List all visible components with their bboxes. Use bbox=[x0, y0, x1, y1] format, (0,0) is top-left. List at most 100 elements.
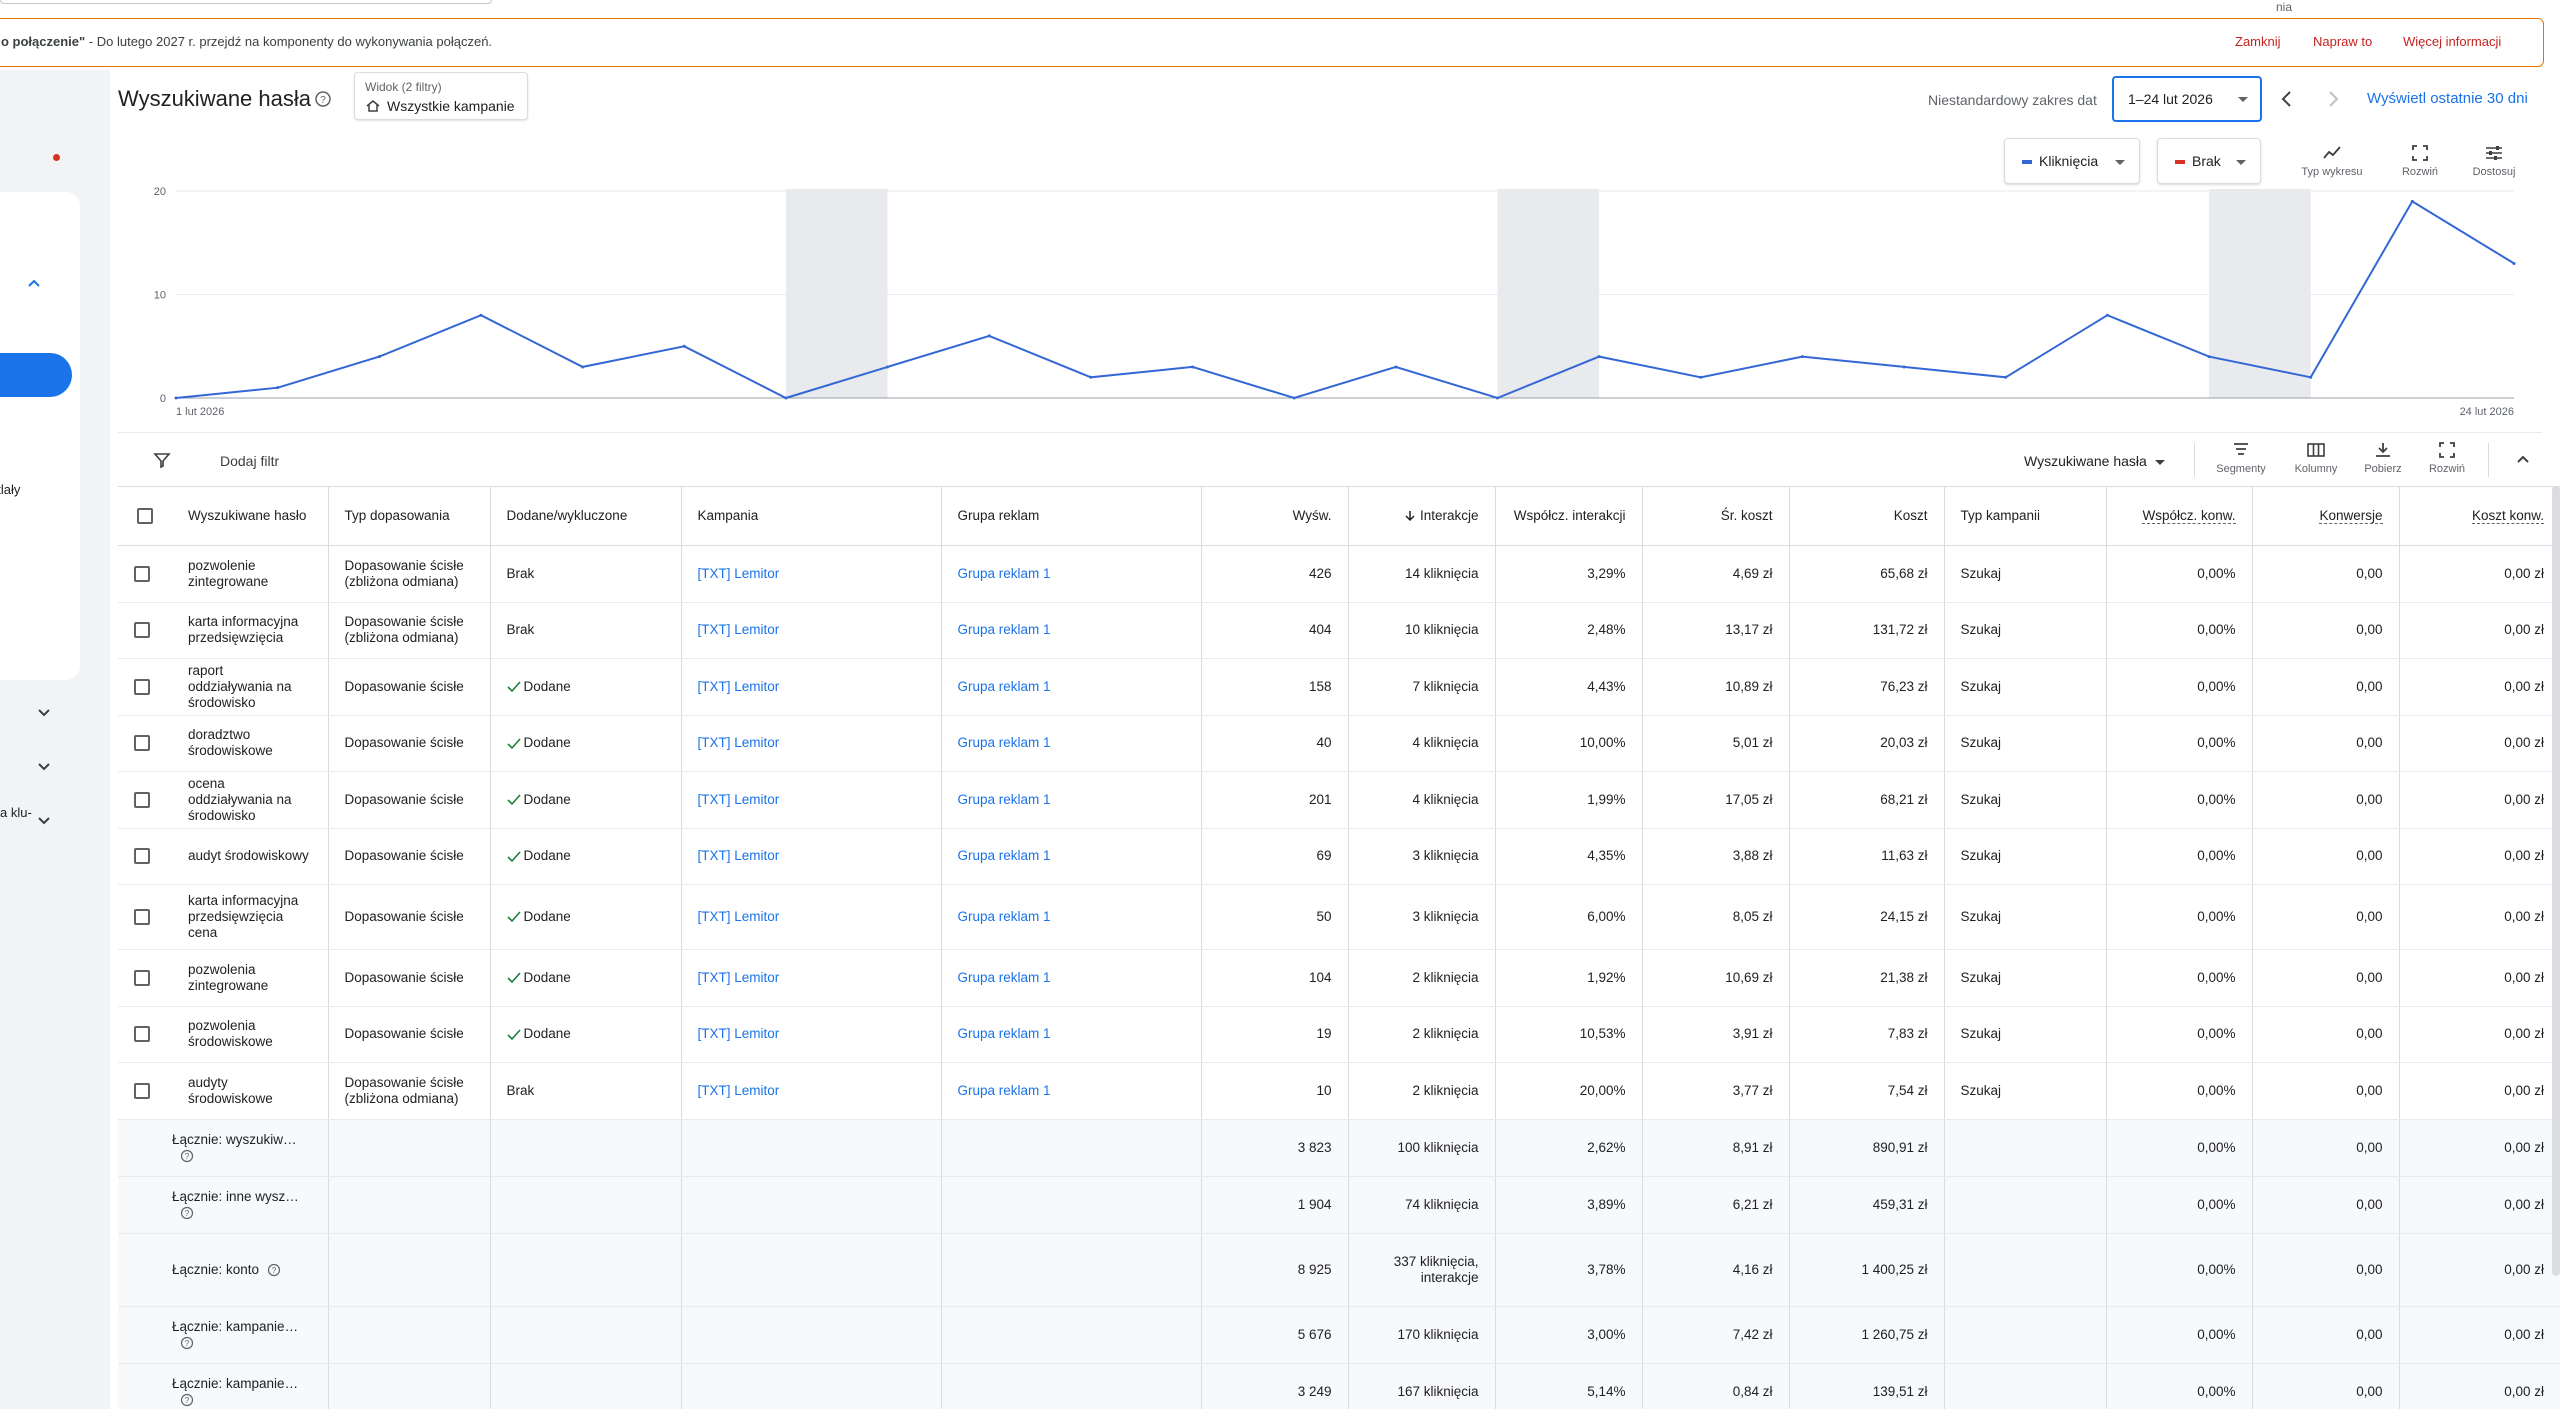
chevron-down-icon[interactable] bbox=[36, 704, 52, 720]
col-cost-per-conv[interactable]: Koszt konw. bbox=[2398, 486, 2560, 546]
row-checkbox[interactable] bbox=[134, 909, 150, 926]
help-icon[interactable]: ? bbox=[314, 90, 332, 108]
table-row[interactable]: pozwolenia środowiskowe Dopasowanie ścisł… bbox=[118, 1006, 2560, 1063]
cell-ad-group-text[interactable]: Grupa reklam 1 bbox=[958, 622, 1051, 637]
chevron-up-icon[interactable] bbox=[2514, 451, 2532, 469]
cell-ad-group-text[interactable]: Grupa reklam 1 bbox=[958, 679, 1051, 694]
table-row[interactable]: karta informacyjna przedsięwzięcia Dopaso… bbox=[118, 602, 2560, 659]
cell-ad-group-text[interactable]: Grupa reklam 1 bbox=[958, 1026, 1051, 1041]
help-icon[interactable]: ? bbox=[180, 1393, 194, 1407]
chevron-down-icon[interactable] bbox=[36, 758, 52, 774]
cell-ad-group[interactable]: Grupa reklam 1 bbox=[940, 949, 1201, 1007]
cell-campaign-text[interactable]: [TXT] Lemitor bbox=[698, 792, 780, 807]
table-row[interactable]: doradztwo środowiskowe Dopasowanie ścisłe… bbox=[118, 715, 2560, 772]
notice-fix-link[interactable]: Napraw to bbox=[2313, 34, 2372, 49]
notice-close-link[interactable]: Zamknij bbox=[2235, 34, 2281, 49]
select-all-checkbox[interactable] bbox=[137, 508, 153, 525]
cell-campaign[interactable]: [TXT] Lemitor bbox=[680, 884, 941, 950]
view-selector[interactable]: Widok (2 filtry) Wszystkie kampanie bbox=[354, 72, 528, 120]
chevron-down-icon[interactable] bbox=[36, 812, 52, 828]
search-bar[interactable] bbox=[0, 0, 492, 4]
help-icon[interactable]: ? bbox=[267, 1263, 281, 1277]
show-last-30-days-link[interactable]: Wyświetl ostatnie 30 dni bbox=[2367, 90, 2528, 107]
col-search-term[interactable]: Wyszukiwane hasło bbox=[172, 486, 328, 546]
nav-item-label[interactable]: etlały bbox=[0, 482, 20, 497]
table-row[interactable]: raport oddziaływania na środowisko Dopaso… bbox=[118, 658, 2560, 716]
row-checkbox[interactable] bbox=[134, 969, 150, 986]
table-row[interactable]: ocena oddziaływania na środowisko Dopasow… bbox=[118, 771, 2560, 829]
row-checkbox[interactable] bbox=[134, 735, 150, 752]
help-icon[interactable]: ? bbox=[180, 1336, 194, 1350]
col-cost[interactable]: Koszt bbox=[1788, 486, 1944, 546]
cell-campaign-text[interactable]: [TXT] Lemitor bbox=[698, 848, 780, 863]
cell-ad-group[interactable]: Grupa reklam 1 bbox=[940, 1062, 1201, 1120]
col-impressions[interactable]: Wyśw. bbox=[1200, 486, 1348, 546]
cell-ad-group[interactable]: Grupa reklam 1 bbox=[940, 545, 1201, 603]
table-row[interactable]: pozwolenia zintegrowane Dopasowanie ścisł… bbox=[118, 949, 2560, 1007]
vertical-scrollbar[interactable] bbox=[2552, 486, 2560, 1276]
cell-ad-group[interactable]: Grupa reklam 1 bbox=[940, 602, 1201, 659]
segments-button[interactable]: Segmenty bbox=[2206, 441, 2276, 475]
cell-campaign-text[interactable]: [TXT] Lemitor bbox=[698, 909, 780, 924]
cell-ad-group[interactable]: Grupa reklam 1 bbox=[940, 771, 1201, 829]
cell-campaign-text[interactable]: [TXT] Lemitor bbox=[698, 622, 780, 637]
download-button[interactable]: Pobierz bbox=[2348, 441, 2418, 475]
help-icon[interactable]: ? bbox=[180, 1149, 194, 1163]
date-range-picker[interactable]: 1–24 lut 2026 bbox=[2112, 76, 2262, 122]
cell-ad-group-text[interactable]: Grupa reklam 1 bbox=[958, 1083, 1051, 1098]
cell-campaign-text[interactable]: [TXT] Lemitor bbox=[698, 1026, 780, 1041]
cell-campaign[interactable]: [TXT] Lemitor bbox=[680, 602, 941, 659]
cell-campaign-text[interactable]: [TXT] Lemitor bbox=[698, 735, 780, 750]
row-checkbox[interactable] bbox=[134, 1082, 150, 1099]
table-row[interactable]: audyty środowiskowe Dopasowanie ścisłe (z… bbox=[118, 1062, 2560, 1120]
col-campaign-type[interactable]: Typ kampanii bbox=[1943, 486, 2106, 546]
nav-item-label[interactable]: a klu- bbox=[0, 805, 32, 820]
cell-ad-group[interactable]: Grupa reklam 1 bbox=[940, 715, 1201, 772]
help-icon[interactable]: ? bbox=[180, 1206, 194, 1220]
metric-selector-none[interactable]: Brak bbox=[2157, 138, 2261, 184]
chevron-left-icon[interactable] bbox=[2276, 88, 2298, 110]
cell-ad-group[interactable]: Grupa reklam 1 bbox=[940, 658, 1201, 716]
col-added-excluded[interactable]: Dodane/wykluczone bbox=[489, 486, 681, 546]
cell-campaign[interactable]: [TXT] Lemitor bbox=[680, 658, 941, 716]
cell-ad-group[interactable]: Grupa reklam 1 bbox=[940, 884, 1201, 950]
chart-customize-button[interactable]: Dostosuj bbox=[2454, 144, 2534, 178]
row-checkbox[interactable] bbox=[134, 1026, 150, 1043]
cell-campaign[interactable]: [TXT] Lemitor bbox=[680, 828, 941, 885]
cell-campaign[interactable]: [TXT] Lemitor bbox=[680, 949, 941, 1007]
notice-more-info-link[interactable]: Więcej informacji bbox=[2403, 34, 2501, 49]
row-checkbox[interactable] bbox=[134, 565, 150, 582]
chevron-right-icon[interactable] bbox=[2322, 88, 2344, 110]
cell-campaign-text[interactable]: [TXT] Lemitor bbox=[698, 566, 780, 581]
chart-type-button[interactable]: Typ wykresu bbox=[2292, 144, 2372, 178]
cell-ad-group[interactable]: Grupa reklam 1 bbox=[940, 1006, 1201, 1063]
chart-expand-button[interactable]: Rozwiń bbox=[2380, 144, 2460, 178]
columns-button[interactable]: Kolumny bbox=[2281, 441, 2351, 475]
col-conversions[interactable]: Konwersje bbox=[2251, 486, 2399, 546]
table-row[interactable]: pozwolenie zintegrowane Dopasowanie ścisł… bbox=[118, 545, 2560, 603]
col-ad-group[interactable]: Grupa reklam bbox=[940, 486, 1201, 546]
col-match-type[interactable]: Typ dopasowania bbox=[327, 486, 490, 546]
cell-campaign[interactable]: [TXT] Lemitor bbox=[680, 1006, 941, 1063]
table-expand-button[interactable]: Rozwiń bbox=[2412, 441, 2482, 475]
cell-ad-group-text[interactable]: Grupa reklam 1 bbox=[958, 848, 1051, 863]
col-avg-cost[interactable]: Śr. koszt bbox=[1641, 486, 1789, 546]
nav-active-item[interactable] bbox=[0, 353, 72, 397]
row-checkbox[interactable] bbox=[134, 791, 150, 808]
add-filter-button[interactable]: Dodaj filtr bbox=[220, 453, 279, 469]
table-row[interactable]: karta informacyjna przedsięwzięcia cena D… bbox=[118, 884, 2560, 950]
cell-ad-group-text[interactable]: Grupa reklam 1 bbox=[958, 792, 1051, 807]
cell-ad-group-text[interactable]: Grupa reklam 1 bbox=[958, 909, 1051, 924]
cell-campaign-text[interactable]: [TXT] Lemitor bbox=[698, 1083, 780, 1098]
col-interaction-rate[interactable]: Współcz. interakcji bbox=[1494, 486, 1642, 546]
metric-selector-clicks[interactable]: Kliknięcia bbox=[2004, 138, 2140, 184]
row-checkbox[interactable] bbox=[134, 622, 150, 639]
col-campaign[interactable]: Kampania bbox=[680, 486, 941, 546]
cell-ad-group-text[interactable]: Grupa reklam 1 bbox=[958, 735, 1051, 750]
cell-campaign-text[interactable]: [TXT] Lemitor bbox=[698, 679, 780, 694]
cell-campaign[interactable]: [TXT] Lemitor bbox=[680, 771, 941, 829]
filter-icon[interactable] bbox=[152, 450, 172, 470]
cell-campaign[interactable]: [TXT] Lemitor bbox=[680, 545, 941, 603]
table-row[interactable]: audyt środowiskowy Dopasowanie ścisłe Doda… bbox=[118, 828, 2560, 885]
cell-ad-group-text[interactable]: Grupa reklam 1 bbox=[958, 566, 1051, 581]
